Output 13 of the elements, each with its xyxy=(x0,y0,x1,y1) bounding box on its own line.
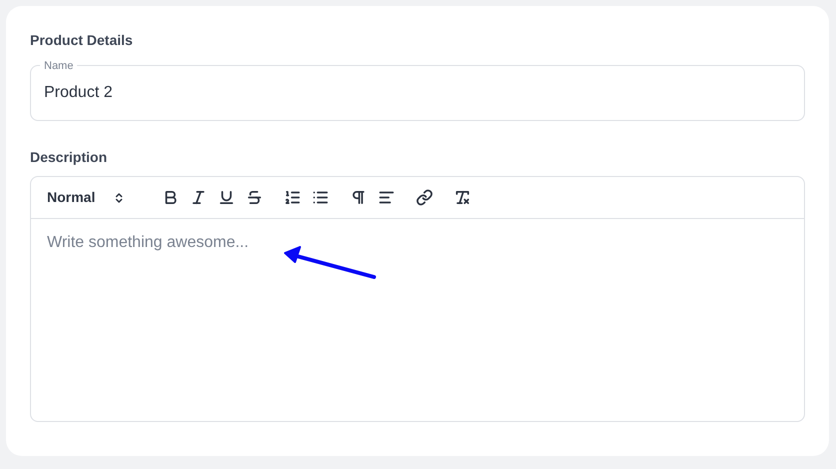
bullet-list-icon[interactable] xyxy=(311,188,329,206)
editor-text-area[interactable]: Write something awesome... xyxy=(31,219,804,421)
description-label: Description xyxy=(30,148,108,167)
strikethrough-icon[interactable] xyxy=(245,188,263,206)
format-select[interactable]: Normal xyxy=(47,187,141,208)
underline-icon[interactable] xyxy=(217,188,235,206)
editor-placeholder: Write something awesome... xyxy=(47,234,249,251)
clear-format-icon[interactable] xyxy=(453,188,471,206)
align-left-icon[interactable] xyxy=(377,188,395,206)
card-title: Product Details xyxy=(30,31,134,50)
numbered-list-icon[interactable] xyxy=(283,188,301,206)
link-icon[interactable] xyxy=(415,188,433,206)
name-input[interactable]: Product 2 xyxy=(44,81,791,105)
